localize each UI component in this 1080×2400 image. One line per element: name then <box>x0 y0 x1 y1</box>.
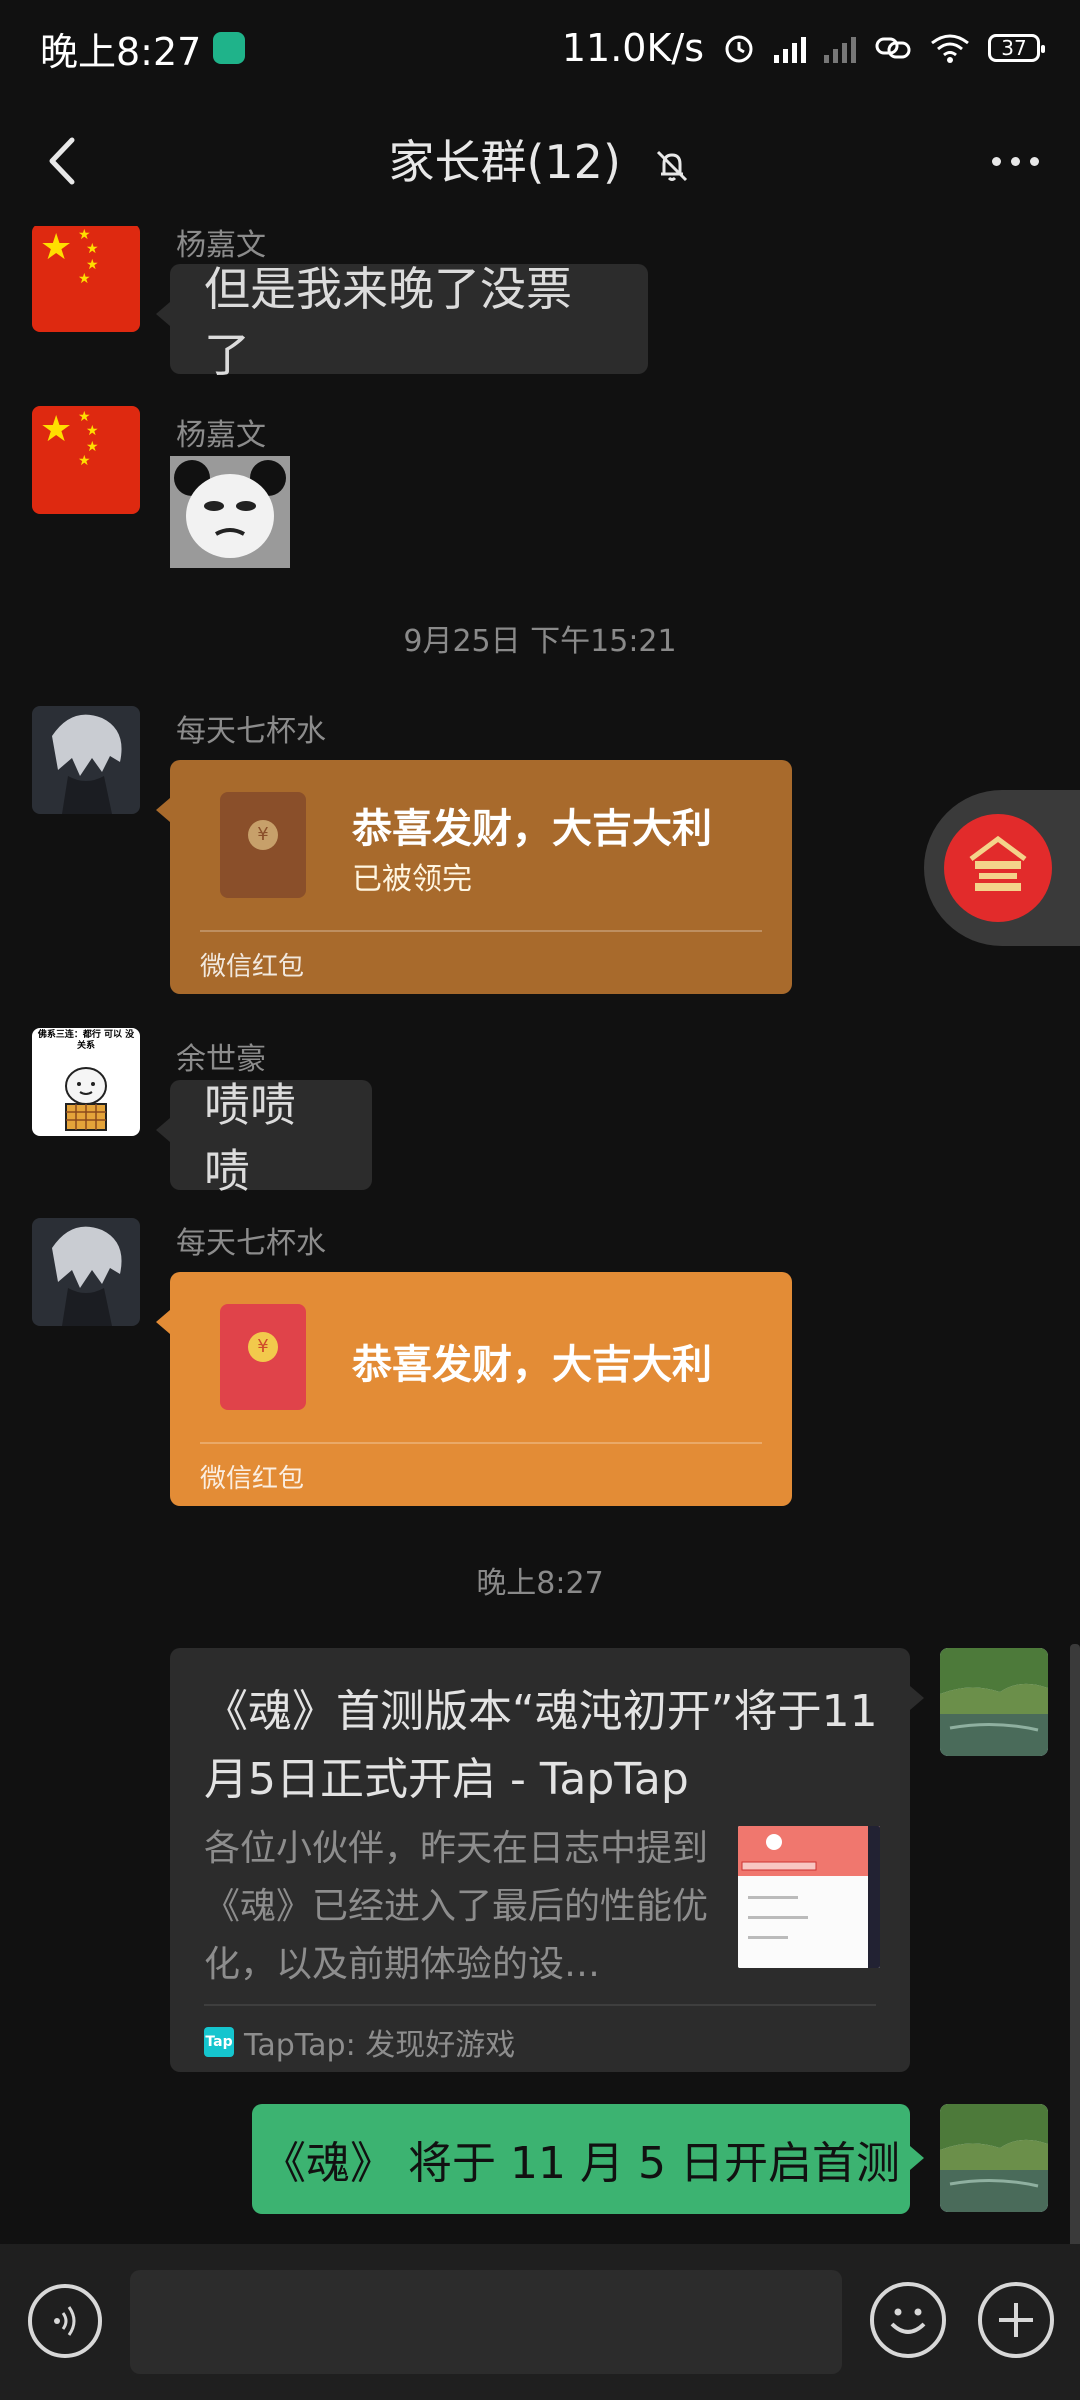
group-name: 家长群(12) <box>388 135 621 189</box>
avatar[interactable]: 佛系三连：都行 可以 没关系 <box>32 1028 140 1136</box>
link-card-description: 各位小伙伴，昨天在日志中提到《魂》已经进入了最后的性能优化，以及前期体验的设… <box>204 1828 709 1985</box>
signal-secondary-icon <box>824 33 856 63</box>
timestamp: 晚上8:27 <box>476 1566 604 1601</box>
panda-meme-sticker[interactable] <box>170 456 290 568</box>
red-packet-title: 恭喜发财，大吉大利 <box>352 1342 712 1388</box>
anime-avatar-image <box>32 706 140 814</box>
wifi-icon <box>931 34 969 63</box>
message-list[interactable]: ★ ★ ★ ★ ★ 杨嘉文 但是我来晚了没票了 ★ ★ ★ ★ ★ 杨嘉文 9月… <box>0 226 1080 2244</box>
battery-icon: 37 <box>988 34 1045 62</box>
link-card-thumbnail <box>738 1826 880 1968</box>
status-bar: 晚上8:27 11.0K/s 37 <box>0 0 1080 96</box>
sender-name: 杨嘉文 <box>176 418 266 453</box>
text-bubble[interactable]: 啧啧啧 <box>156 1078 372 1198</box>
emoji-icon[interactable] <box>870 2282 946 2358</box>
link-card-source-text: TapTap: 发现好游戏 <box>244 2028 516 2063</box>
red-packet-card[interactable]: ¥ 恭喜发财，大吉大利 已被领完 微信红包 <box>156 760 792 994</box>
avatar[interactable] <box>32 1218 140 1326</box>
red-packet-footer: 微信红包 <box>200 952 305 982</box>
signal-icon <box>774 33 806 63</box>
taptap-logo-icon: Tap <box>204 2027 234 2057</box>
app-notification-icon <box>213 32 246 64</box>
landscape-avatar-image <box>940 2104 1048 2212</box>
link-card-source: Tap TapTap: 发现好游戏 <box>204 2020 515 2064</box>
anime-avatar-image <box>32 1218 140 1326</box>
thumbnail-image <box>738 1826 880 1968</box>
chat-header: 家长群(12) <box>0 96 1080 226</box>
sender-name: 每天七杯水 <box>176 714 326 749</box>
more-options-icon[interactable] <box>980 136 1050 186</box>
red-packet-status: 已被领完 <box>352 862 472 897</box>
avatar[interactable]: ★ ★ ★ ★ ★ <box>32 406 140 514</box>
chat-screen: 晚上8:27 11.0K/s 37 家长群(12) ★ ★ ★ ★ ★ 杨嘉文 … <box>0 0 1080 2400</box>
red-packet-opened-icon: ¥ <box>220 792 306 898</box>
input-bar <box>0 2244 1080 2400</box>
mute-bell-icon <box>656 150 687 181</box>
voice-input-icon[interactable] <box>28 2284 102 2358</box>
text-bubble[interactable]: 但是我来晚了没票了 <box>156 262 648 382</box>
link-icon <box>875 37 911 59</box>
sender-name: 每天七杯水 <box>176 1226 326 1261</box>
sticker-image <box>170 456 290 568</box>
floating-red-packet-button[interactable] <box>924 790 1080 946</box>
avatar[interactable] <box>32 706 140 814</box>
meme-avatar-image <box>65 1067 107 1131</box>
my-avatar[interactable] <box>940 1648 1048 1756</box>
red-packet-card[interactable]: ¥ 恭喜发财，大吉大利 微信红包 <box>156 1272 792 1506</box>
status-time: 晚上8:27 <box>40 29 202 74</box>
chat-title: 家长群(12) <box>0 126 1080 192</box>
my-avatar[interactable] <box>940 2104 1048 2212</box>
sent-text-bubble[interactable]: 《魂》 将于 11 月 5 日开启首测 <box>252 2104 924 2214</box>
scrollbar[interactable] <box>1070 1644 1080 2244</box>
message-input[interactable] <box>130 2270 842 2374</box>
red-packet-float-icon <box>944 814 1052 922</box>
link-card[interactable]: 《魂》首测版本“魂沌初开”将于11月5日正式开启 - TapTap 各位小伙伴，… <box>170 1648 924 2072</box>
china-flag-icon: ★ ★ ★ ★ ★ <box>32 226 140 332</box>
red-packet-icon: ¥ <box>220 1304 306 1410</box>
alarm-icon <box>725 35 753 63</box>
red-packet-footer: 微信红包 <box>200 1464 305 1494</box>
link-card-title: 《魂》首测版本“魂沌初开”将于11月5日正式开启 - TapTap <box>204 1686 878 1805</box>
china-flag-icon: ★ ★ ★ ★ ★ <box>32 406 140 514</box>
network-speed: 11.0K/s <box>561 26 704 70</box>
timestamp: 9月25日 下午15:21 <box>403 624 677 659</box>
more-actions-plus-icon[interactable] <box>978 2282 1054 2358</box>
landscape-avatar-image <box>940 1648 1048 1756</box>
avatar[interactable]: ★ ★ ★ ★ ★ <box>32 226 140 332</box>
red-packet-title: 恭喜发财，大吉大利 <box>352 806 712 852</box>
